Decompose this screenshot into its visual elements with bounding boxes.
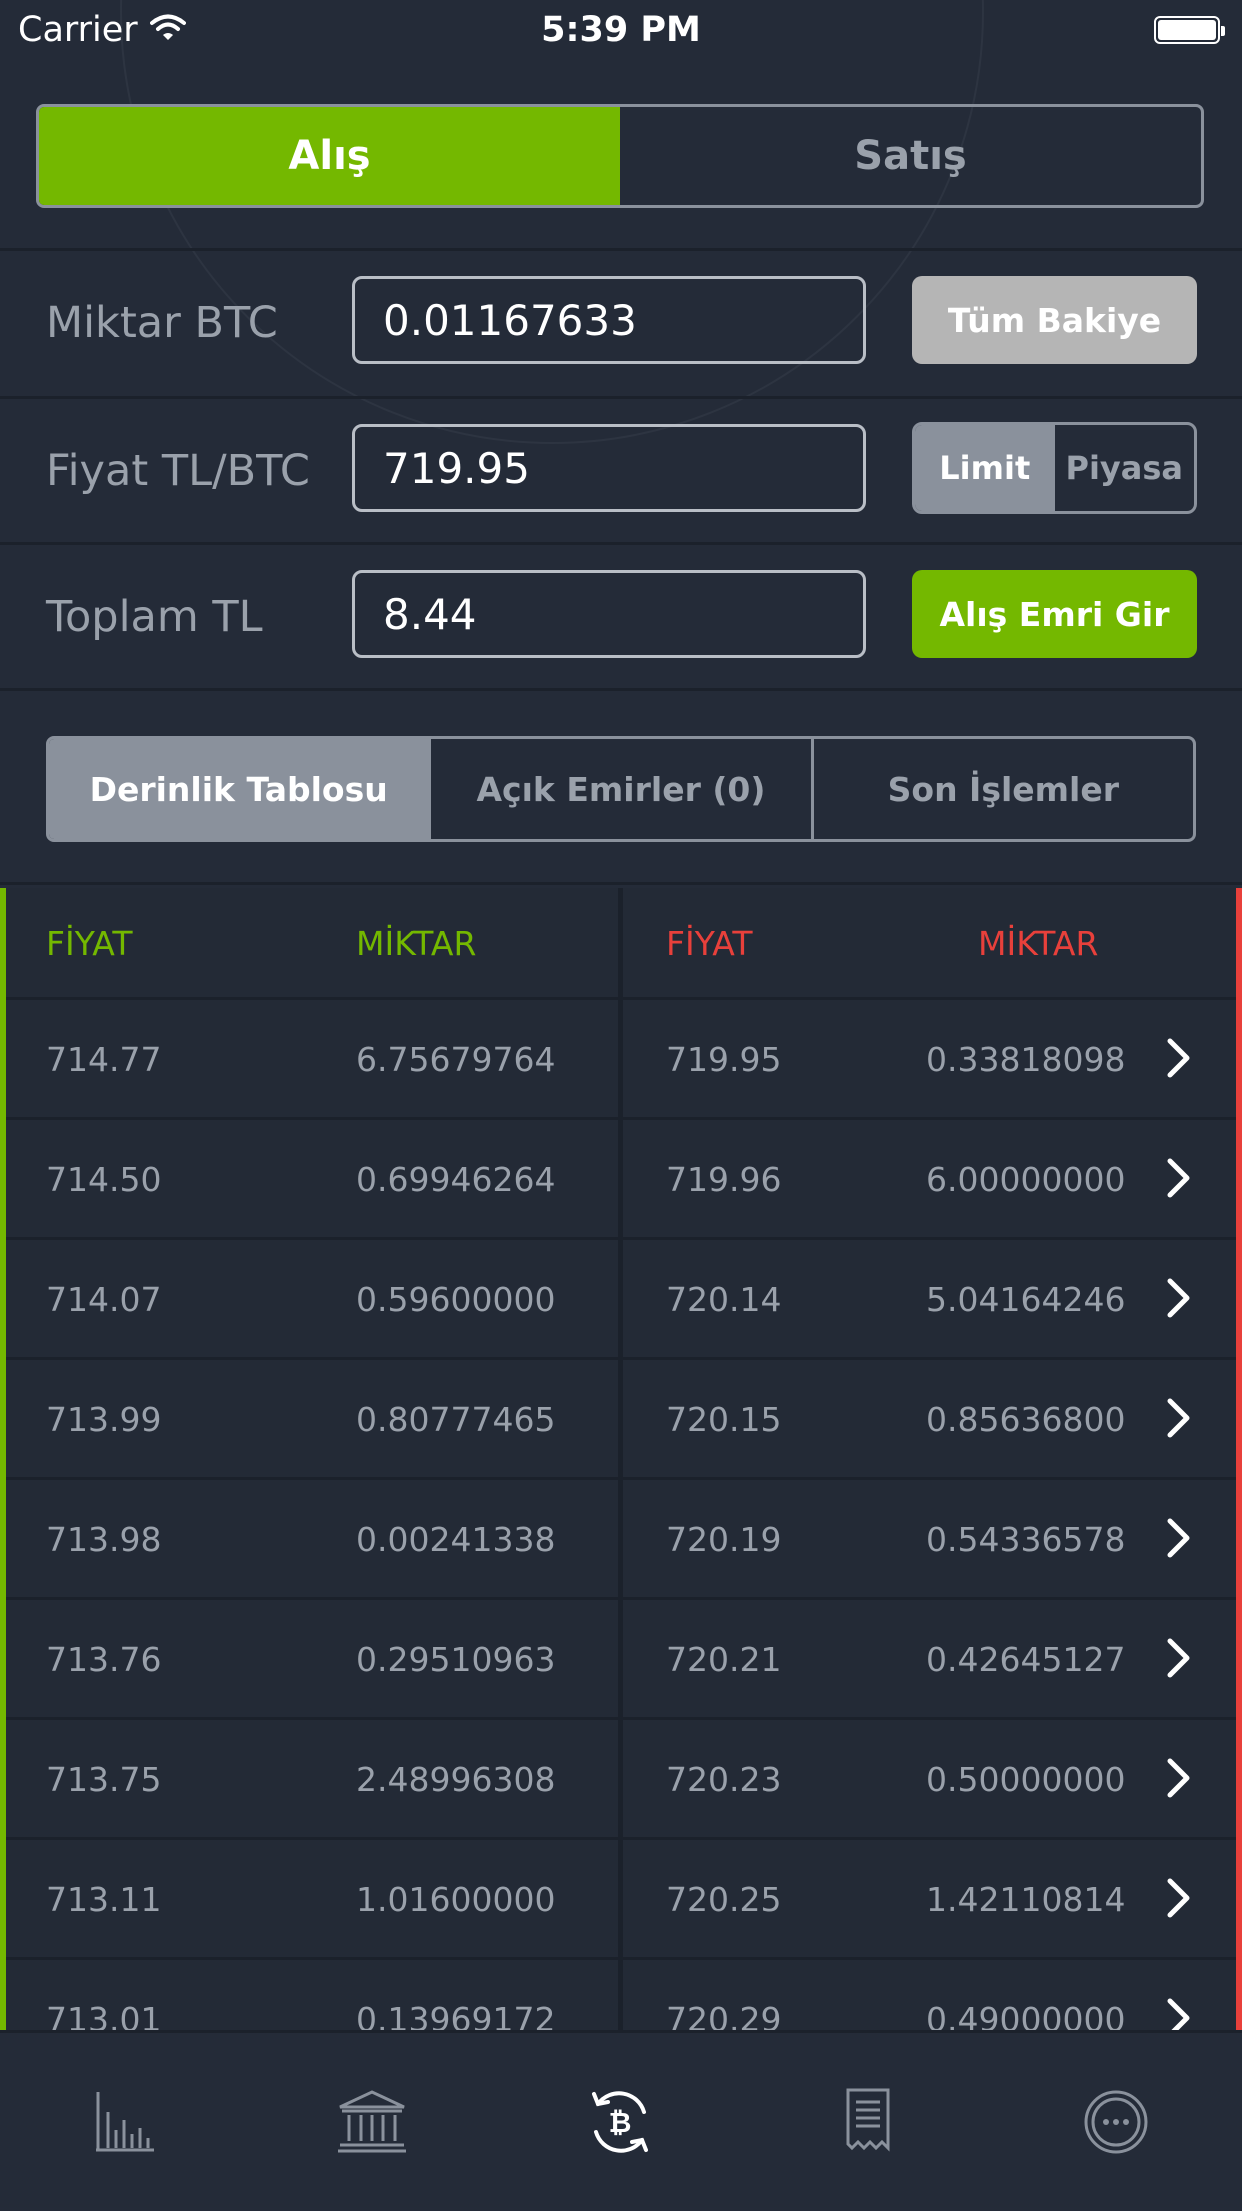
buy-tab[interactable]: Alış — [39, 107, 620, 205]
bid-price: 713.11 — [46, 1880, 162, 1919]
tab-open-orders[interactable]: Açık Emirler (0) — [428, 739, 810, 839]
bid-amount: 0.13969172 — [356, 2000, 556, 2030]
sell-tab[interactable]: Satış — [620, 107, 1201, 205]
ask-price: 719.96 — [666, 1160, 782, 1199]
tab-bank[interactable] — [248, 2033, 496, 2211]
bid-side-indicator — [0, 888, 6, 2030]
bid-amount: 1.01600000 — [356, 1880, 556, 1919]
divider — [0, 542, 1242, 545]
chart-icon — [96, 2092, 154, 2152]
tab-more[interactable] — [992, 2033, 1240, 2211]
bid-price: 713.98 — [46, 1520, 162, 1559]
ask-amount: 0.49000000 — [926, 2000, 1126, 2030]
tab-last-trades[interactable]: Son İşlemler — [810, 739, 1193, 839]
bid-amount: 2.48996308 — [356, 1760, 556, 1799]
amount-input[interactable] — [352, 276, 866, 364]
bid-price: 713.99 — [46, 1400, 162, 1439]
bottom-tab-bar: ₿ — [0, 2030, 1242, 2208]
total-row: Toplam TL Alış Emri Gir — [0, 548, 1242, 688]
bid-amount: 0.80777465 — [356, 1400, 556, 1439]
trade-mode-toggle: Alış Satış — [36, 104, 1204, 208]
ask-amount: 0.33818098 — [926, 1040, 1126, 1079]
bitcoin-exchange-icon: ₿ — [592, 2091, 648, 2153]
ask-amount: 1.42110814 — [926, 1880, 1126, 1919]
bid-price: 713.76 — [46, 1640, 162, 1679]
ask-amount: 0.54336578 — [926, 1520, 1126, 1559]
ask-price: 720.15 — [666, 1400, 782, 1439]
svg-text:₿: ₿ — [609, 2106, 632, 2139]
amount-label: Miktar BTC — [46, 298, 278, 348]
ask-amount: 0.42645127 — [926, 1640, 1126, 1679]
tab-depth-table[interactable]: Derinlik Tablosu — [49, 739, 429, 839]
battery-icon — [1154, 16, 1225, 44]
submit-buy-order-button[interactable]: Alış Emri Gir — [912, 570, 1197, 658]
chevron-right-icon — [1165, 1396, 1193, 1444]
status-bar: Carrier 5:39 PM — [0, 0, 1242, 62]
bid-price: 714.07 — [46, 1280, 162, 1319]
divider — [0, 396, 1242, 399]
ask-price-header: FİYAT — [666, 924, 753, 963]
ask-amount: 0.85636800 — [926, 1400, 1126, 1439]
bid-amount-header: MİKTAR — [356, 924, 477, 963]
divider — [0, 882, 1242, 885]
bid-price: 713.75 — [46, 1760, 162, 1799]
tab-trade[interactable]: ₿ — [496, 2033, 744, 2211]
ask-amount: 6.00000000 — [926, 1160, 1126, 1199]
limit-option[interactable]: Limit — [915, 425, 1055, 511]
bid-amount: 6.75679764 — [356, 1040, 556, 1079]
bid-amount: 0.00241338 — [356, 1520, 556, 1559]
ask-side-indicator — [1236, 888, 1242, 2030]
amount-row: Miktar BTC Tüm Bakiye — [0, 254, 1242, 394]
bid-price: 713.01 — [46, 2000, 162, 2030]
bid-price: 714.77 — [46, 1040, 162, 1079]
ask-amount-header: MİKTAR — [978, 924, 1099, 963]
chevron-right-icon — [1165, 1876, 1193, 1924]
bid-amount: 0.29510963 — [356, 1640, 556, 1679]
bid-amount: 0.69946264 — [356, 1160, 556, 1199]
order-book-tabs: Derinlik Tablosu Açık Emirler (0) Son İş… — [46, 736, 1196, 842]
price-row: Fiyat TL/BTC Limit Piyasa — [0, 402, 1242, 542]
bid-amount: 0.59600000 — [356, 1280, 556, 1319]
chevron-right-icon — [1165, 1516, 1193, 1564]
ask-price: 719.95 — [666, 1040, 782, 1079]
divider — [0, 248, 1242, 251]
ask-amount: 5.04164246 — [926, 1280, 1126, 1319]
receipt-icon — [846, 2088, 890, 2152]
tab-markets[interactable] — [0, 2033, 248, 2211]
chevron-right-icon — [1165, 1156, 1193, 1204]
chevron-right-icon — [1165, 1036, 1193, 1084]
ask-price: 720.14 — [666, 1280, 782, 1319]
ask-price: 720.29 — [666, 2000, 782, 2030]
price-input[interactable] — [352, 424, 866, 512]
status-time: 5:39 PM — [541, 10, 701, 50]
chevron-right-icon — [1165, 1756, 1193, 1804]
chevron-right-icon — [1165, 1996, 1193, 2030]
order-type-toggle: Limit Piyasa — [912, 422, 1197, 514]
tab-orders[interactable] — [744, 2033, 992, 2211]
order-book[interactable]: FİYAT MİKTAR FİYAT MİKTAR 714.77 6.756797… — [0, 888, 1242, 2030]
market-option[interactable]: Piyasa — [1055, 425, 1195, 511]
ask-price: 720.25 — [666, 1880, 782, 1919]
bid-ask-divider — [618, 888, 623, 2030]
total-label: Toplam TL — [46, 592, 263, 642]
chevron-right-icon — [1165, 1276, 1193, 1324]
bid-price: 714.50 — [46, 1160, 162, 1199]
ask-price: 720.19 — [666, 1520, 782, 1559]
all-balance-button[interactable]: Tüm Bakiye — [912, 276, 1197, 364]
more-icon — [1084, 2090, 1148, 2154]
total-input[interactable] — [352, 570, 866, 658]
ask-price: 720.23 — [666, 1760, 782, 1799]
divider — [0, 688, 1242, 691]
bid-price-header: FİYAT — [46, 924, 133, 963]
ask-amount: 0.50000000 — [926, 1760, 1126, 1799]
bank-icon — [338, 2090, 406, 2153]
price-label: Fiyat TL/BTC — [46, 446, 310, 496]
chevron-right-icon — [1165, 1636, 1193, 1684]
ask-price: 720.21 — [666, 1640, 782, 1679]
